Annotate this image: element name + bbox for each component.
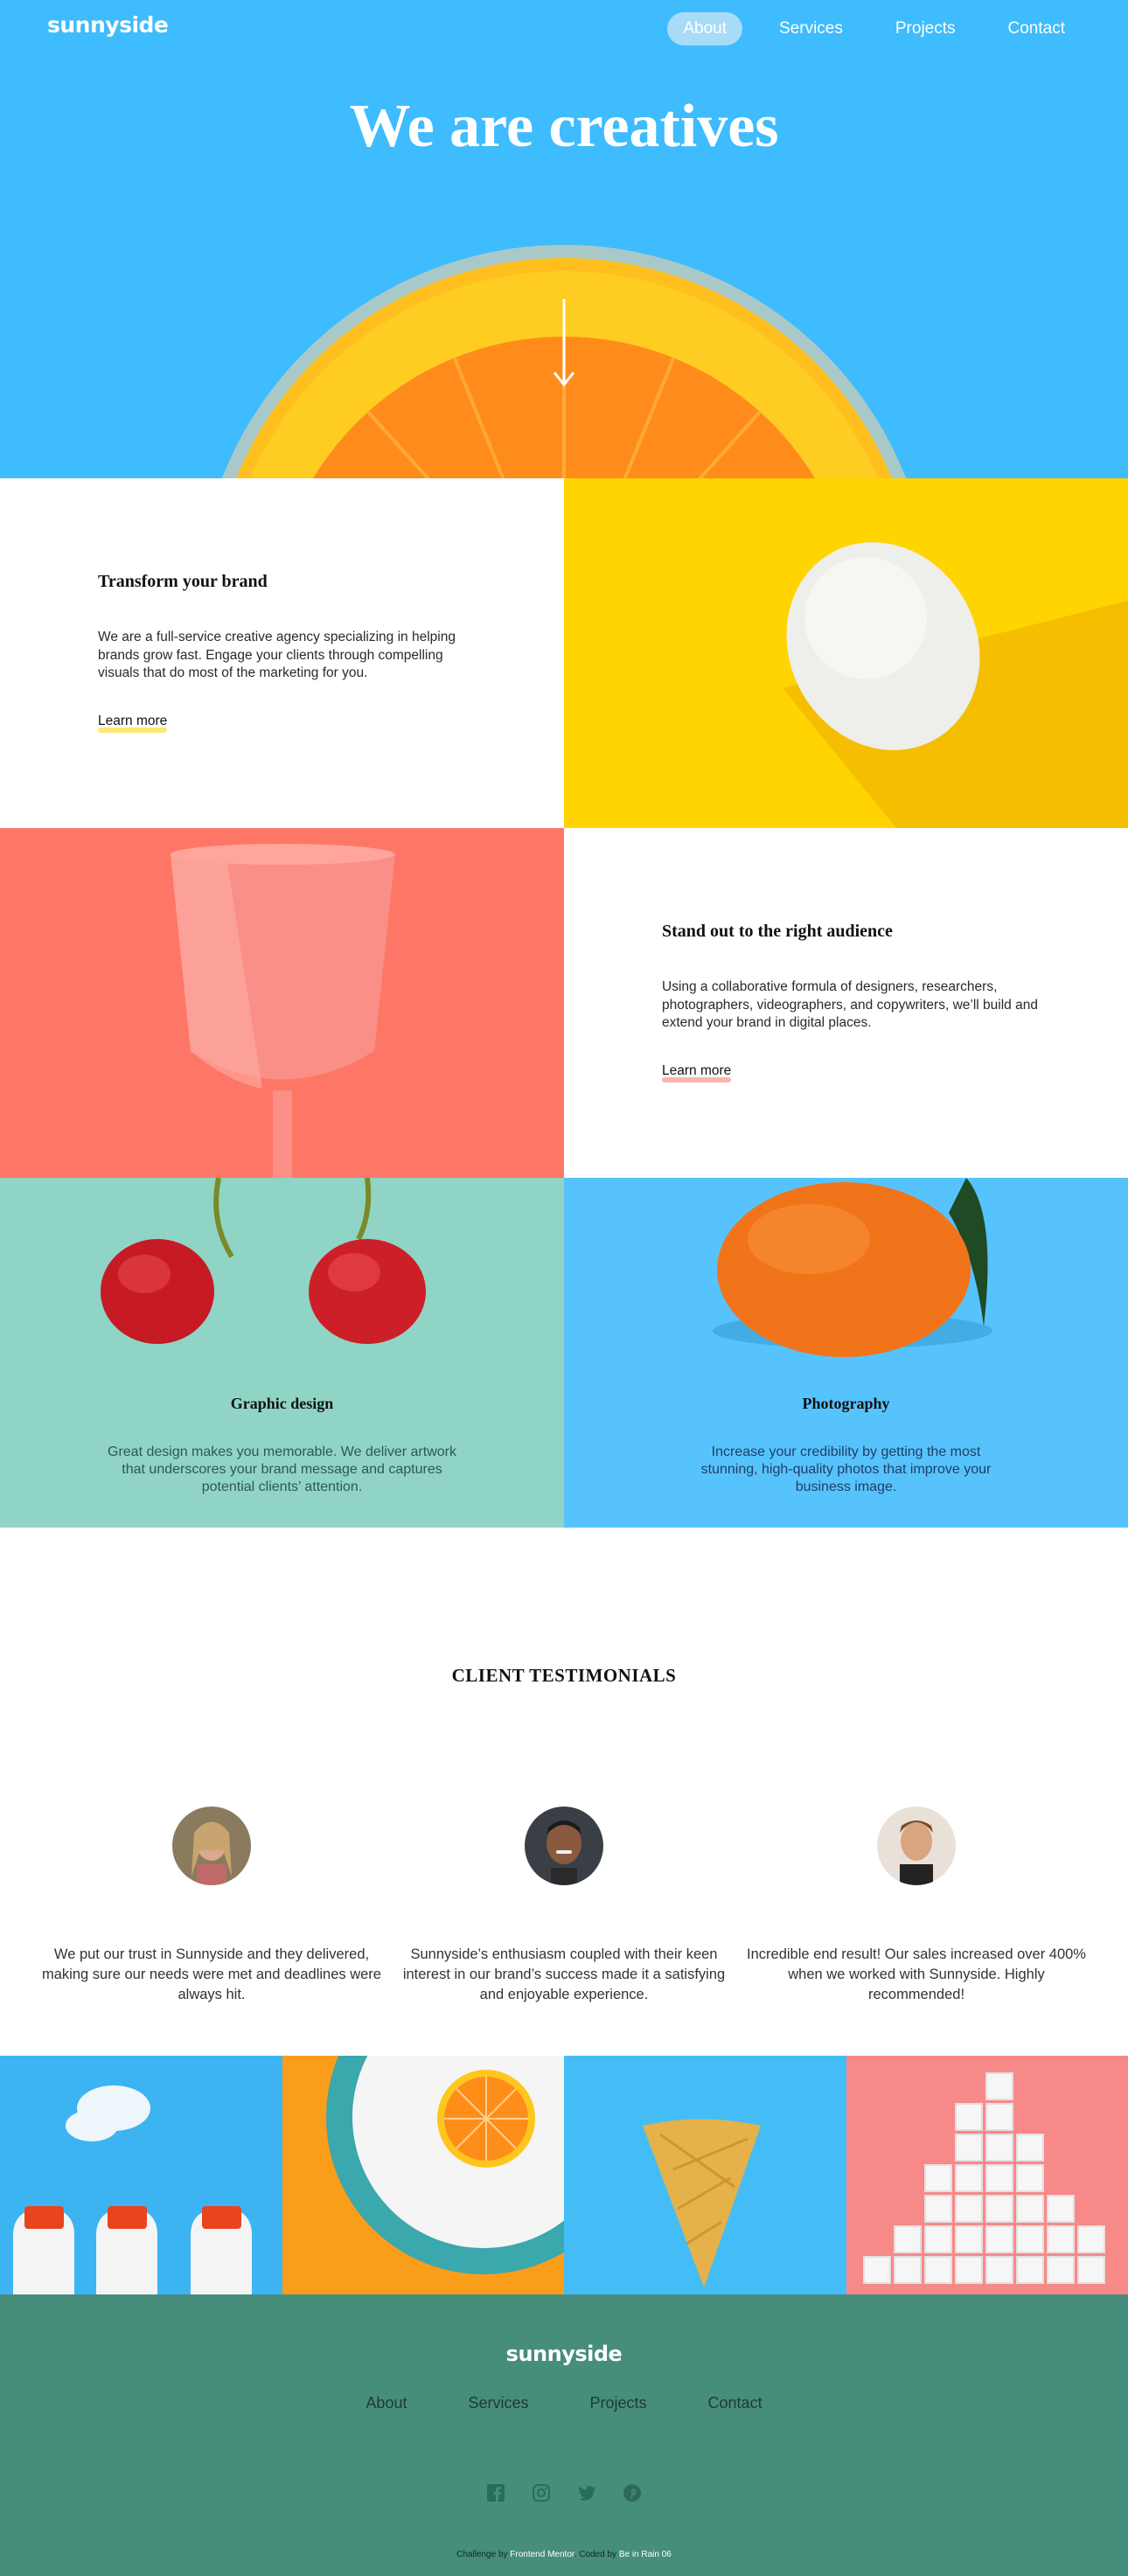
feature-body: We are a full-service creative agency sp… — [98, 630, 456, 680]
learn-more-link[interactable]: Learn more — [98, 713, 168, 733]
footer-nav-projects[interactable]: Projects — [590, 2394, 647, 2412]
emily-avatar — [172, 1807, 251, 1885]
footer-nav-about[interactable]: About — [366, 2394, 407, 2412]
attribution: Challenge by Frontend Mentor. Coded by B… — [0, 2550, 1128, 2559]
cherries-image — [101, 1178, 426, 1344]
logo[interactable]: sunnyside — [47, 12, 169, 38]
feature-standout: Stand out to the right audience Using a … — [564, 828, 1128, 1178]
testimonial-quote: Sunnyside’s enthusiasm coupled with thei… — [402, 1946, 726, 2002]
arrow-down-icon[interactable] — [551, 299, 577, 390]
hero-title: We are creatives — [349, 93, 779, 160]
thomas-avatar — [525, 1807, 603, 1885]
footer-nav-contact[interactable]: Contact — [708, 2394, 762, 2412]
author-link[interactable]: Be in Rain 06 — [619, 2550, 672, 2559]
feature-transform: Transform your brand We are a full-servi… — [0, 478, 564, 828]
frontend-mentor-link[interactable]: Frontend Mentor — [510, 2550, 574, 2559]
attribution-text: . Coded by — [574, 2550, 617, 2559]
footer-nav: About Services Projects Contact — [0, 2394, 1128, 2412]
pinterest-icon[interactable] — [623, 2483, 642, 2503]
twitter-icon[interactable] — [577, 2483, 596, 2503]
attribution-text: Challenge by — [456, 2550, 508, 2559]
nav-services[interactable]: Services — [763, 12, 859, 45]
testimonial-quote: We put our trust in Sunnyside and they d… — [42, 1946, 381, 2002]
orange-image — [713, 1178, 992, 1357]
service-photography: Photography Increase your credibility by… — [564, 1178, 1128, 1528]
cup-image — [0, 828, 564, 1178]
nav-about[interactable]: About — [667, 12, 743, 45]
service-graphic-design: Graphic design Great design makes you me… — [0, 1178, 564, 1528]
orange-plate-image — [282, 2056, 564, 2294]
testimonials-heading: CLIENT TESTIMONIALS — [451, 1665, 677, 1686]
footer: sunnyside About Services Projects Contac… — [0, 2294, 1128, 2576]
learn-more-link[interactable]: Learn more — [662, 1062, 732, 1083]
learn-more-label: Learn more — [98, 713, 168, 728]
nav-projects[interactable]: Projects — [880, 12, 971, 45]
feature-title: Transform your brand — [98, 572, 268, 591]
feature-body: Using a collaborative formula of designe… — [662, 979, 1038, 1030]
learn-more-label: Learn more — [662, 1062, 732, 1078]
sugar-cubes-image — [846, 2056, 1128, 2294]
testimonial-quote: Incredible end result! Our sales increas… — [747, 1946, 1086, 2002]
footer-logo[interactable]: sunnyside — [0, 2342, 1128, 2366]
egg-image — [564, 478, 1128, 828]
milk-bottles-image — [0, 2056, 282, 2294]
feature-title: Stand out to the right audience — [662, 922, 893, 941]
jennie-avatar — [877, 1807, 956, 1885]
footer-nav-services[interactable]: Services — [468, 2394, 528, 2412]
main-nav: About Services Projects Contact — [667, 12, 1081, 45]
instagram-icon[interactable] — [532, 2483, 551, 2503]
ice-cream-cone-image — [564, 2056, 846, 2294]
hero-section: sunnyside About Services Projects Contac… — [0, 0, 1128, 478]
service-body: Increase your credibility by getting the… — [700, 1445, 992, 1494]
orange-hero-image — [221, 245, 907, 478]
facebook-icon[interactable] — [486, 2483, 505, 2503]
nav-contact[interactable]: Contact — [992, 12, 1081, 45]
service-title: Graphic design — [230, 1395, 334, 1412]
service-body: Great design makes you memorable. We del… — [108, 1445, 456, 1494]
service-title: Photography — [802, 1395, 890, 1412]
social-links — [0, 2483, 1128, 2503]
